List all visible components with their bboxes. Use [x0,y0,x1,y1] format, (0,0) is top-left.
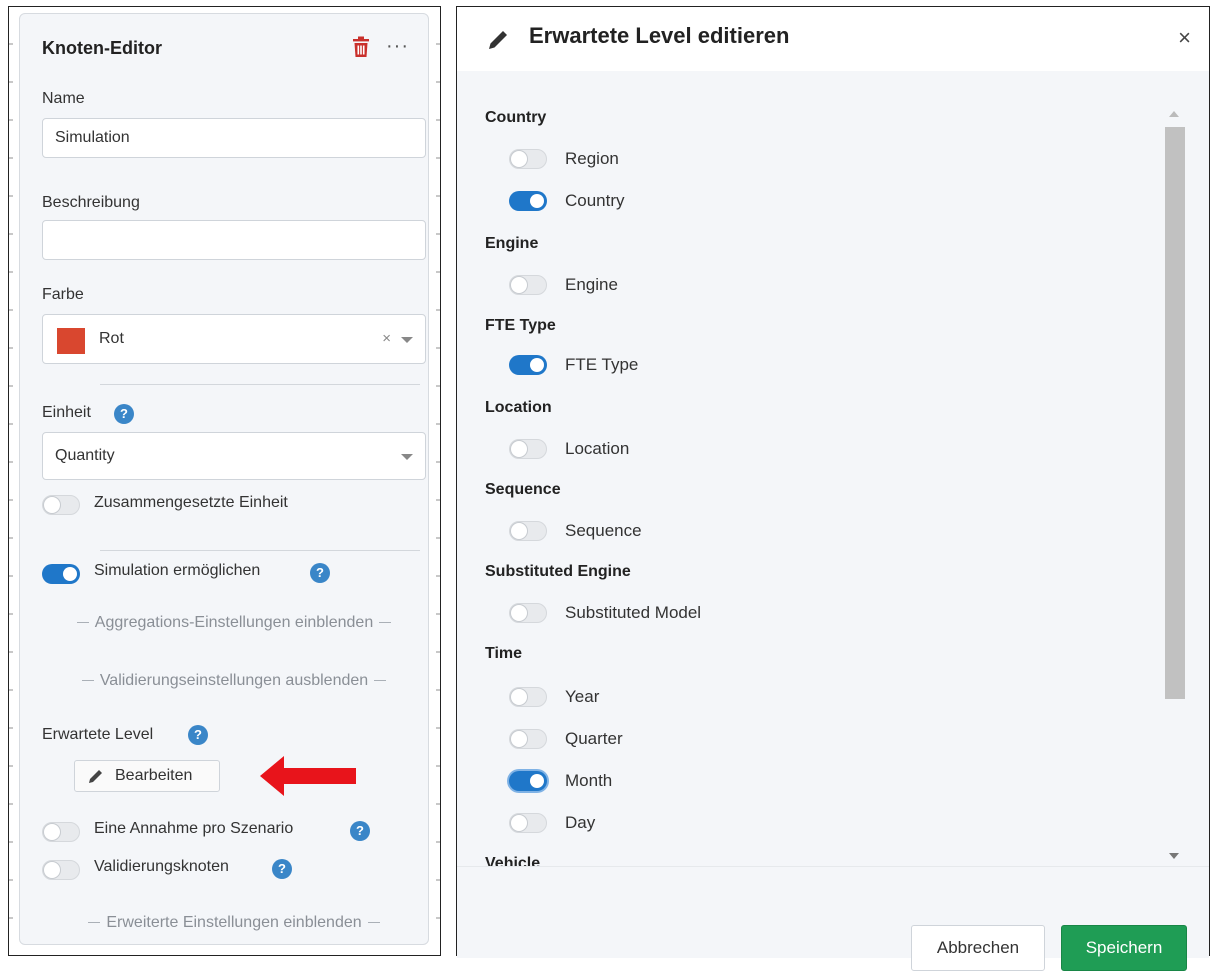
level-toggle-day[interactable] [509,813,547,833]
clear-icon[interactable]: × [382,330,391,347]
scroll-down-icon[interactable] [1169,853,1179,859]
validation-settings-link[interactable]: Validierungseinstellungen ausblenden [42,672,426,690]
more-options-icon[interactable]: ··· [386,36,409,56]
validation-node-toggle[interactable] [42,860,80,880]
panel-title: Knoten-Editor [42,38,162,58]
unit-value: Quantity [55,447,115,464]
description-label: Beschreibung [42,194,140,211]
level-toggle-year[interactable] [509,687,547,707]
level-label: Engine [565,275,618,294]
levels-list: Country Region Country Engine Engine FTE… [457,71,1209,866]
validation-node-label: Validierungsknoten [94,858,229,875]
grid-edge [436,7,440,955]
group-heading: Vehicle [485,855,541,866]
pencil-icon [89,770,102,783]
scroll-up-icon[interactable] [1169,111,1179,117]
screenshot-frame-left: Knoten-Editor ··· Name Beschreibung Farb… [8,6,441,956]
level-label: Quarter [565,729,623,748]
dialog-header: Erwartete Level editieren × [457,7,1209,72]
grid-edge [9,7,13,955]
validation-settings-text[interactable]: Validierungseinstellungen ausblenden [100,672,368,689]
level-toggle-fte-type[interactable] [509,355,547,375]
help-icon[interactable]: ? [350,821,370,841]
composite-unit-toggle[interactable] [42,495,80,515]
group-heading: Engine [485,235,539,252]
level-label: Substituted Model [565,603,702,622]
color-value: Rot [99,330,124,347]
level-toggle-month[interactable] [509,771,547,791]
node-editor-panel: Knoten-Editor ··· Name Beschreibung Farb… [19,13,429,945]
edit-levels-button[interactable]: Bearbeiten [74,760,220,792]
level-toggle-substituted-model[interactable] [509,603,547,623]
divider [100,550,420,551]
cancel-button[interactable]: Abbrechen [911,925,1045,971]
scrollbar-thumb[interactable] [1165,127,1185,699]
dialog-title: Erwartete Level editieren [529,23,790,48]
assumption-label: Eine Annahme pro Szenario [94,820,294,837]
level-label: Month [565,771,613,790]
name-input[interactable] [42,118,426,158]
annotation-arrow-icon [260,756,356,796]
edit-button-label: Bearbeiten [115,767,193,784]
level-toggle-country[interactable] [509,191,547,211]
level-toggle-quarter[interactable] [509,729,547,749]
level-toggle-location[interactable] [509,439,547,459]
close-icon[interactable]: × [1178,25,1191,51]
level-label: Sequence [565,521,642,540]
help-icon[interactable]: ? [310,563,330,583]
expected-levels-dialog: Erwartete Level editieren × Country Regi… [456,6,1210,971]
chevron-down-icon[interactable] [401,454,413,460]
color-select[interactable]: Rot × [42,314,426,364]
group-heading: Substituted Engine [485,563,631,580]
simulation-toggle[interactable] [42,564,80,584]
divider [100,384,420,385]
group-heading: Sequence [485,481,561,498]
level-label: Country [565,191,625,210]
help-icon[interactable]: ? [272,859,292,879]
simulation-label: Simulation ermöglichen [94,562,261,579]
help-icon[interactable]: ? [114,404,134,424]
assumption-toggle[interactable] [42,822,80,842]
unit-label: Einheit [42,404,91,421]
level-toggle-region[interactable] [509,149,547,169]
name-label: Name [42,90,85,107]
expected-levels-label: Erwartete Level [42,726,154,743]
level-toggle-engine[interactable] [509,275,547,295]
composite-unit-label: Zusammengesetzte Einheit [94,494,288,511]
unit-select[interactable]: Quantity [42,432,426,480]
level-label: FTE Type [565,355,639,374]
level-label: Year [565,687,600,706]
color-swatch [57,328,85,354]
group-heading: Location [485,399,552,416]
chevron-down-icon[interactable] [401,337,413,343]
help-icon[interactable]: ? [188,725,208,745]
group-heading: Time [485,645,523,662]
pencil-icon [489,31,507,49]
save-button[interactable]: Speichern [1061,925,1187,971]
group-heading: FTE Type [485,317,556,334]
aggregation-settings-link[interactable]: Aggregations-Einstellungen einblenden [42,614,426,632]
level-label: Location [565,439,630,458]
group-heading: Country [485,109,547,126]
level-label: Region [565,149,619,168]
level-label: Day [565,813,596,832]
scrollbar[interactable] [1165,111,1185,863]
color-label: Farbe [42,286,84,303]
advanced-settings-link[interactable]: Erweiterte Einstellungen einblenden [42,914,426,932]
trash-icon[interactable] [351,36,371,58]
description-input[interactable] [42,220,426,260]
aggregation-settings-text[interactable]: Aggregations-Einstellungen einblenden [95,614,373,631]
level-toggle-sequence[interactable] [509,521,547,541]
advanced-settings-text[interactable]: Erweiterte Einstellungen einblenden [106,914,361,931]
